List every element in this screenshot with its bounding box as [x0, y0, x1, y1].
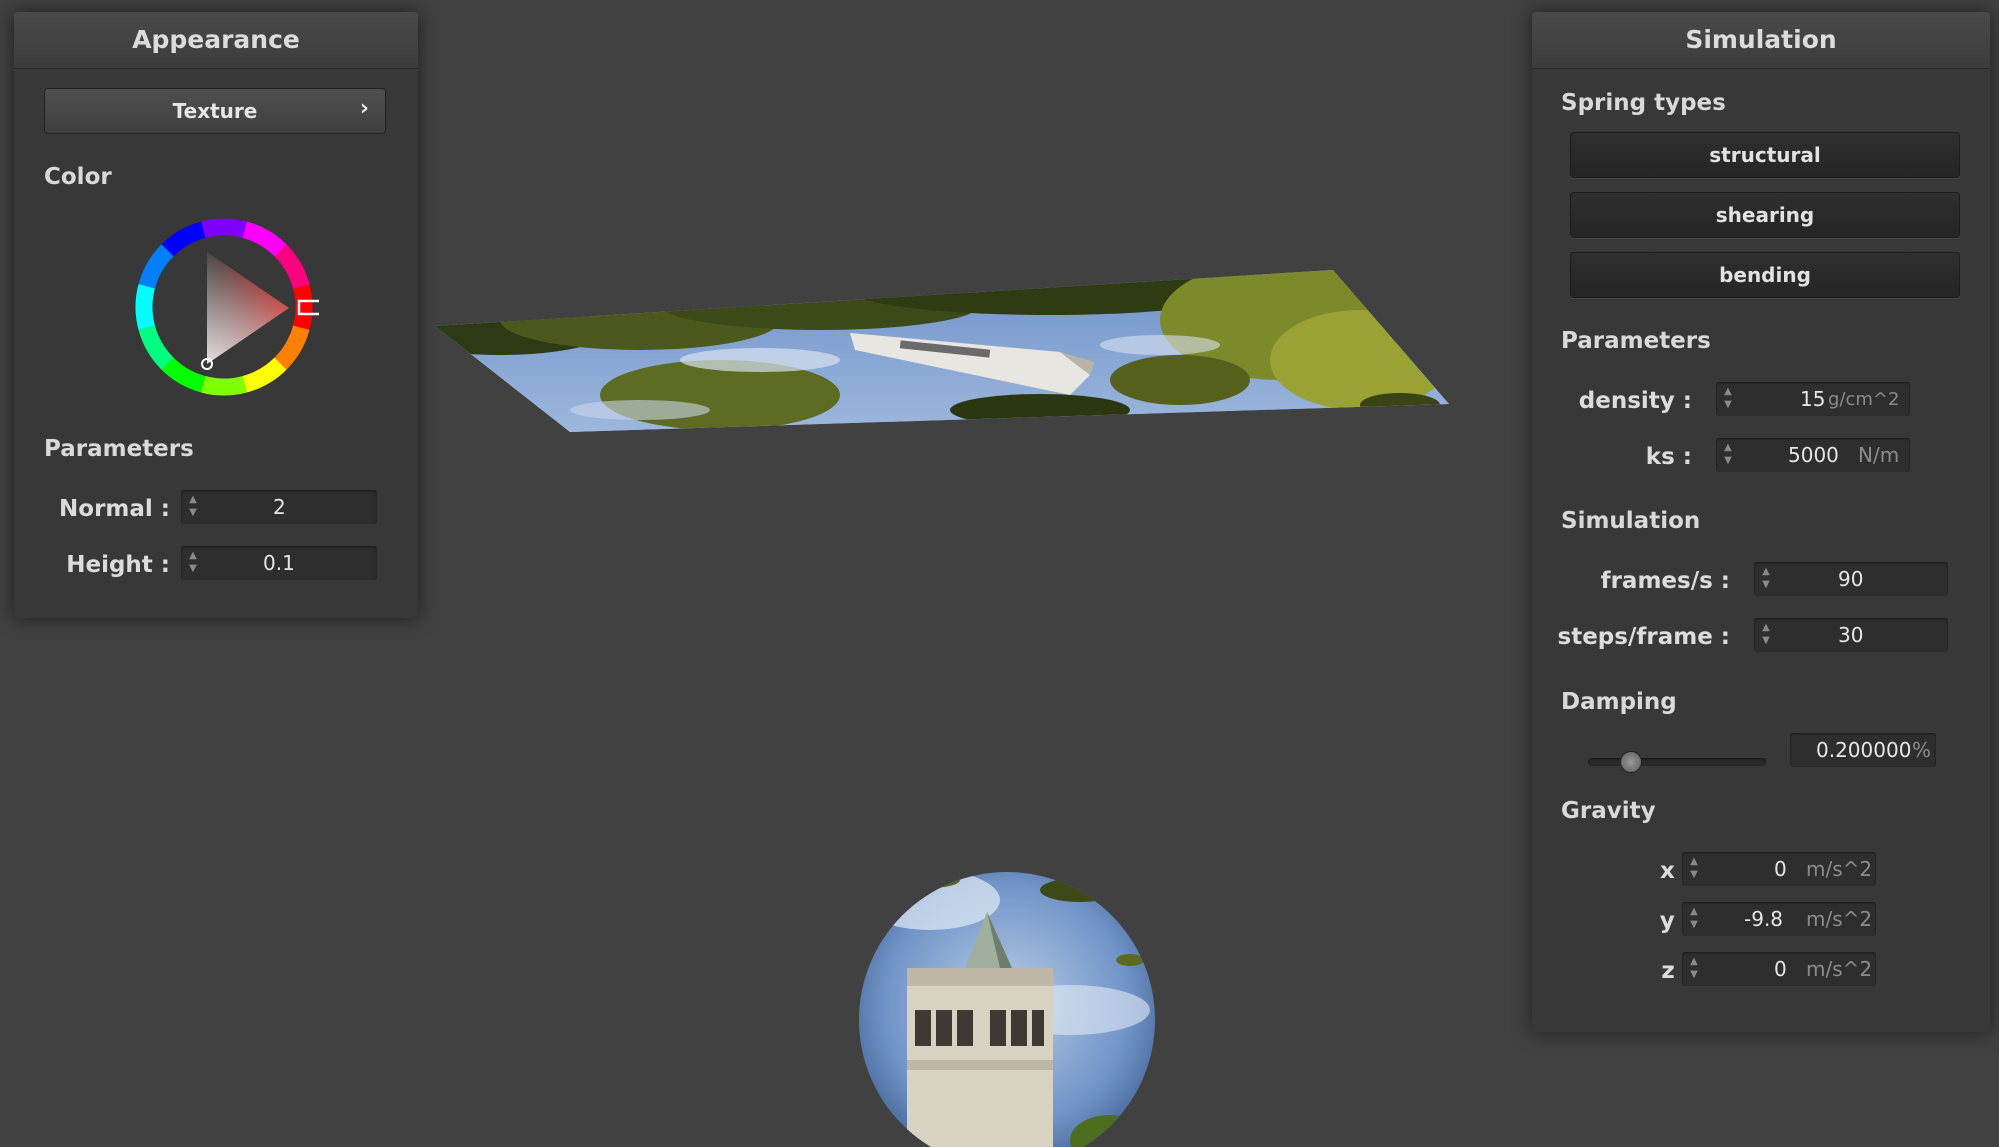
density-unit: g/cm^2	[1828, 389, 1900, 410]
up-down-arrows-icon[interactable]: ▲ ▼	[1722, 441, 1734, 469]
damping-value: 0.200000	[1816, 738, 1912, 762]
texture-button-label: Texture	[172, 99, 258, 123]
frames-per-second-input[interactable]: ▲ ▼ 90	[1754, 562, 1948, 596]
simulation-parameters-label: Parameters	[1561, 328, 1711, 354]
appearance-panel-title: Appearance	[14, 12, 418, 69]
chevron-right-icon: ›	[359, 96, 369, 121]
normal-label: Normal :	[59, 496, 170, 522]
up-down-arrows-icon[interactable]: ▲ ▼	[1688, 855, 1700, 883]
ks-value: 5000	[1788, 443, 1839, 467]
steps-per-frame-label: steps/frame :	[1557, 624, 1730, 650]
shearing-spring-toggle[interactable]: shearing	[1570, 192, 1960, 238]
frames-per-second-value: 90	[1838, 567, 1864, 591]
sphere-mesh	[859, 872, 1155, 1147]
spring-types-label: Spring types	[1561, 90, 1726, 116]
color-label: Color	[44, 164, 112, 190]
damping-slider-knob[interactable]	[1620, 751, 1642, 773]
cloth-mesh	[435, 270, 1449, 432]
simulation-panel: Simulation Spring types structural shear…	[1532, 12, 1990, 1032]
steps-per-frame-value: 30	[1838, 623, 1864, 647]
up-down-arrows-icon[interactable]: ▲ ▼	[187, 493, 199, 521]
ks-label: ks :	[1645, 444, 1692, 470]
gravity-y-label: y :	[1659, 908, 1692, 934]
height-value: 0.1	[263, 551, 295, 575]
up-down-arrows-icon[interactable]: ▲ ▼	[1688, 955, 1700, 983]
gravity-x-input[interactable]: ▲ ▼ 0 m/s^2	[1682, 852, 1876, 886]
appearance-parameters-label: Parameters	[44, 436, 194, 462]
density-value: 15	[1800, 387, 1826, 411]
damping-slider[interactable]	[1588, 748, 1766, 776]
up-down-arrows-icon[interactable]: ▲ ▼	[1760, 565, 1772, 593]
gravity-x-unit: m/s^2	[1806, 857, 1873, 881]
gravity-z-label: z :	[1661, 958, 1692, 984]
frames-per-second-label: frames/s :	[1600, 568, 1730, 594]
gravity-z-value: 0	[1774, 957, 1787, 981]
color-wheel[interactable]	[129, 212, 319, 402]
damping-input[interactable]: 0.200000 %	[1790, 733, 1936, 767]
height-label: Height :	[66, 552, 170, 578]
normal-input[interactable]: ▲ ▼ 2	[181, 490, 377, 524]
ks-input[interactable]: ▲ ▼ 5000 N/m	[1716, 438, 1910, 472]
ks-unit: N/m	[1858, 443, 1900, 467]
gravity-z-input[interactable]: ▲ ▼ 0 m/s^2	[1682, 952, 1876, 986]
gravity-x-label: x :	[1659, 858, 1692, 884]
density-label: density :	[1578, 388, 1692, 414]
normal-value: 2	[273, 495, 286, 519]
gravity-y-value: -9.8	[1744, 907, 1784, 931]
structural-label: structural	[1709, 143, 1821, 167]
gravity-y-unit: m/s^2	[1806, 907, 1873, 931]
bending-spring-toggle[interactable]: bending	[1570, 252, 1960, 298]
damping-unit: %	[1912, 738, 1932, 762]
bending-label: bending	[1719, 263, 1811, 287]
structural-spring-toggle[interactable]: structural	[1570, 132, 1960, 178]
damping-slider-track	[1588, 758, 1766, 766]
steps-per-frame-input[interactable]: ▲ ▼ 30	[1754, 618, 1948, 652]
up-down-arrows-icon[interactable]: ▲ ▼	[1688, 905, 1700, 933]
up-down-arrows-icon[interactable]: ▲ ▼	[1722, 385, 1734, 413]
up-down-arrows-icon[interactable]: ▲ ▼	[1760, 621, 1772, 649]
simulation-section-label: Simulation	[1561, 508, 1701, 534]
gravity-z-unit: m/s^2	[1806, 957, 1873, 981]
density-input[interactable]: ▲ ▼ 15 g/cm^2	[1716, 382, 1910, 416]
texture-button[interactable]: Texture ›	[44, 88, 386, 134]
gravity-x-value: 0	[1774, 857, 1787, 881]
damping-label: Damping	[1561, 689, 1677, 715]
gravity-label: Gravity	[1561, 798, 1656, 824]
shearing-label: shearing	[1715, 203, 1815, 227]
up-down-arrows-icon[interactable]: ▲ ▼	[187, 549, 199, 577]
appearance-panel: Appearance Texture › Color Parameters No…	[14, 12, 418, 618]
simulation-panel-title: Simulation	[1532, 12, 1990, 69]
gravity-y-input[interactable]: ▲ ▼ -9.8 m/s^2	[1682, 902, 1876, 936]
height-input[interactable]: ▲ ▼ 0.1	[181, 546, 377, 580]
